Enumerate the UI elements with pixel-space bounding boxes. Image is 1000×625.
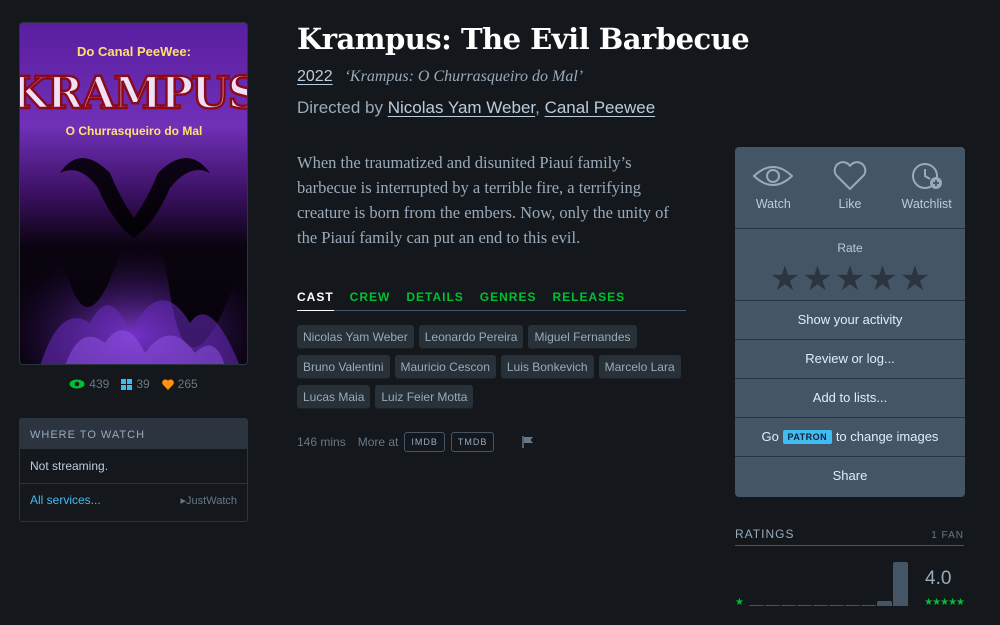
cast-member[interactable]: Nicolas Yam Weber: [297, 325, 414, 349]
director-link[interactable]: Canal Peewee: [545, 98, 656, 117]
film-details: 146 mins More at IMDB TMDB: [297, 432, 534, 452]
ratings-histogram: ★ 4.0 ★★★★★: [735, 560, 965, 615]
poster-stats: 439 39 265: [19, 377, 248, 391]
cast-member[interactable]: Bruno Valentini: [297, 355, 390, 379]
share-button[interactable]: Share: [735, 457, 965, 496]
like-button[interactable]: Like: [815, 161, 885, 228]
cast-member[interactable]: Marcelo Lara: [598, 355, 681, 379]
tab-crew[interactable]: CREW: [350, 290, 391, 311]
review-or-log-button[interactable]: Review or log...: [735, 340, 965, 379]
directed-by: Directed by Nicolas Yam Weber, Canal Pee…: [297, 98, 656, 117]
rate-section: Rate ★ ★ ★ ★ ★: [735, 229, 965, 301]
ratings-heading[interactable]: RATINGS: [735, 527, 794, 541]
star-icon[interactable]: ★: [835, 262, 865, 296]
star-icon[interactable]: ★: [900, 262, 930, 296]
cast-member[interactable]: Luiz Feier Motta: [375, 385, 474, 409]
show-activity-button[interactable]: Show your activity: [735, 301, 965, 340]
histogram-bar[interactable]: [877, 601, 892, 606]
film-title: Krampus: The Evil Barbecue: [297, 22, 750, 56]
poster-top-text: Do Canal PeeWee:: [77, 44, 191, 59]
poster-sub-text: O Churrasqueiro do Mal: [66, 124, 203, 138]
likes-count[interactable]: 265: [161, 377, 198, 391]
runtime: 146 mins: [297, 435, 346, 449]
report-flag-icon[interactable]: [522, 436, 534, 448]
clock-plus-icon: [911, 163, 942, 189]
lists-icon: [121, 378, 133, 390]
histogram-bar[interactable]: [781, 605, 796, 606]
where-to-watch-panel: WHERE TO WATCH Not streaming. All servic…: [19, 418, 248, 522]
fans-count[interactable]: 1 FAN: [931, 530, 964, 541]
average-rating[interactable]: 4.0: [925, 568, 951, 590]
where-to-watch-heading: WHERE TO WATCH: [20, 419, 247, 449]
watched-count[interactable]: 439: [69, 377, 109, 391]
change-images-row[interactable]: Go PATRON to change images: [735, 418, 965, 457]
original-title: ‘Krampus: O Churrasqueiro do Mal’: [344, 68, 584, 85]
cast-member[interactable]: Miguel Fernandes: [528, 325, 637, 349]
actions-panel: Watch Like Watchlist Rate ★ ★ ★ ★ ★ Show…: [735, 147, 965, 497]
tab-details[interactable]: DETAILS: [406, 290, 463, 311]
director-link[interactable]: Nicolas Yam Weber: [388, 98, 535, 117]
poster-logo-text: KRAMPUS: [20, 68, 248, 119]
max-stars-icon: ★★★★★: [924, 597, 965, 608]
cast-member[interactable]: Lucas Maia: [297, 385, 371, 409]
tab-genres[interactable]: GENRES: [480, 290, 537, 311]
histogram-bar[interactable]: [813, 605, 828, 606]
more-at-label: More at: [357, 435, 399, 449]
film-poster[interactable]: Do Canal PeeWee: KRAMPUS O Churrasqueiro…: [19, 22, 248, 365]
heart-icon: [833, 161, 867, 190]
star-icon[interactable]: ★: [867, 262, 897, 296]
justwatch-link[interactable]: ▸JustWatch: [181, 494, 237, 507]
rating-stars[interactable]: ★ ★ ★ ★ ★: [735, 262, 965, 296]
histogram-bar[interactable]: [765, 605, 780, 606]
histogram-bar[interactable]: [845, 605, 860, 606]
cast-member[interactable]: Leonardo Pereira: [418, 325, 524, 349]
histogram-bar[interactable]: [893, 562, 908, 606]
cast-member[interactable]: Luis Bonkevich: [500, 355, 594, 379]
info-tabs: CAST CREW DETAILS GENRES RELEASES: [297, 290, 686, 311]
ratings-header: RATINGS 1 FAN: [735, 527, 964, 546]
add-to-lists-button[interactable]: Add to lists...: [735, 379, 965, 418]
star-icon[interactable]: ★: [770, 262, 800, 296]
patron-badge[interactable]: PATRON: [782, 430, 833, 444]
watchlist-button[interactable]: Watchlist: [892, 161, 962, 228]
synopsis: When the traumatized and disunited Piauí…: [297, 153, 669, 247]
rate-label: Rate: [837, 241, 863, 255]
watch-button[interactable]: Watch: [738, 161, 808, 228]
eye-icon: [752, 166, 794, 186]
histogram-bar[interactable]: [829, 605, 844, 606]
cast-member[interactable]: Mauricio Cescon: [394, 355, 496, 379]
eye-icon: [69, 379, 85, 389]
release-year-link[interactable]: 2022: [297, 68, 333, 86]
histogram-bar[interactable]: [749, 605, 764, 606]
lists-count[interactable]: 39: [121, 377, 150, 391]
star-icon[interactable]: ★: [802, 262, 832, 296]
cast-list: Nicolas Yam Weber Leonardo Pereira Migue…: [297, 325, 692, 409]
streaming-status: Not streaming.: [20, 449, 247, 484]
tab-releases[interactable]: RELEASES: [552, 290, 625, 311]
all-services-link[interactable]: All services...: [30, 493, 101, 507]
min-star-icon: ★: [735, 597, 744, 608]
imdb-link[interactable]: IMDB: [404, 432, 445, 452]
heart-icon: [161, 378, 174, 390]
tmdb-link[interactable]: TMDB: [450, 432, 495, 452]
histogram-bars: [749, 562, 909, 606]
histogram-bar[interactable]: [861, 605, 876, 606]
histogram-bar[interactable]: [797, 605, 812, 606]
tab-cast[interactable]: CAST: [297, 290, 334, 311]
